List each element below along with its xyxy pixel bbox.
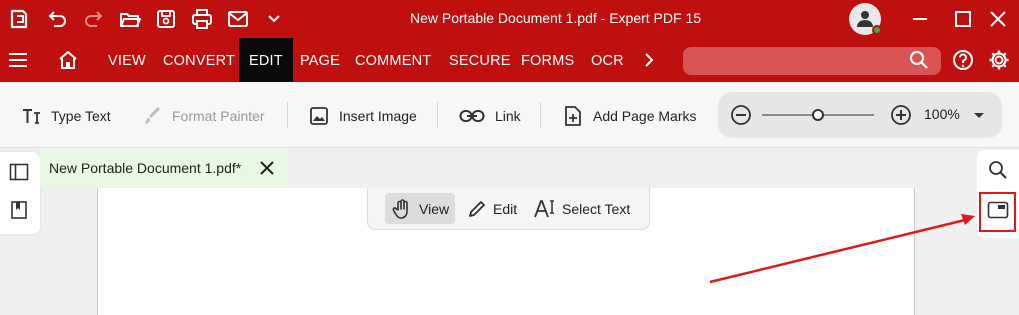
annotation-arrow bbox=[709, 214, 975, 284]
annotation-highlight-box bbox=[979, 192, 1016, 232]
